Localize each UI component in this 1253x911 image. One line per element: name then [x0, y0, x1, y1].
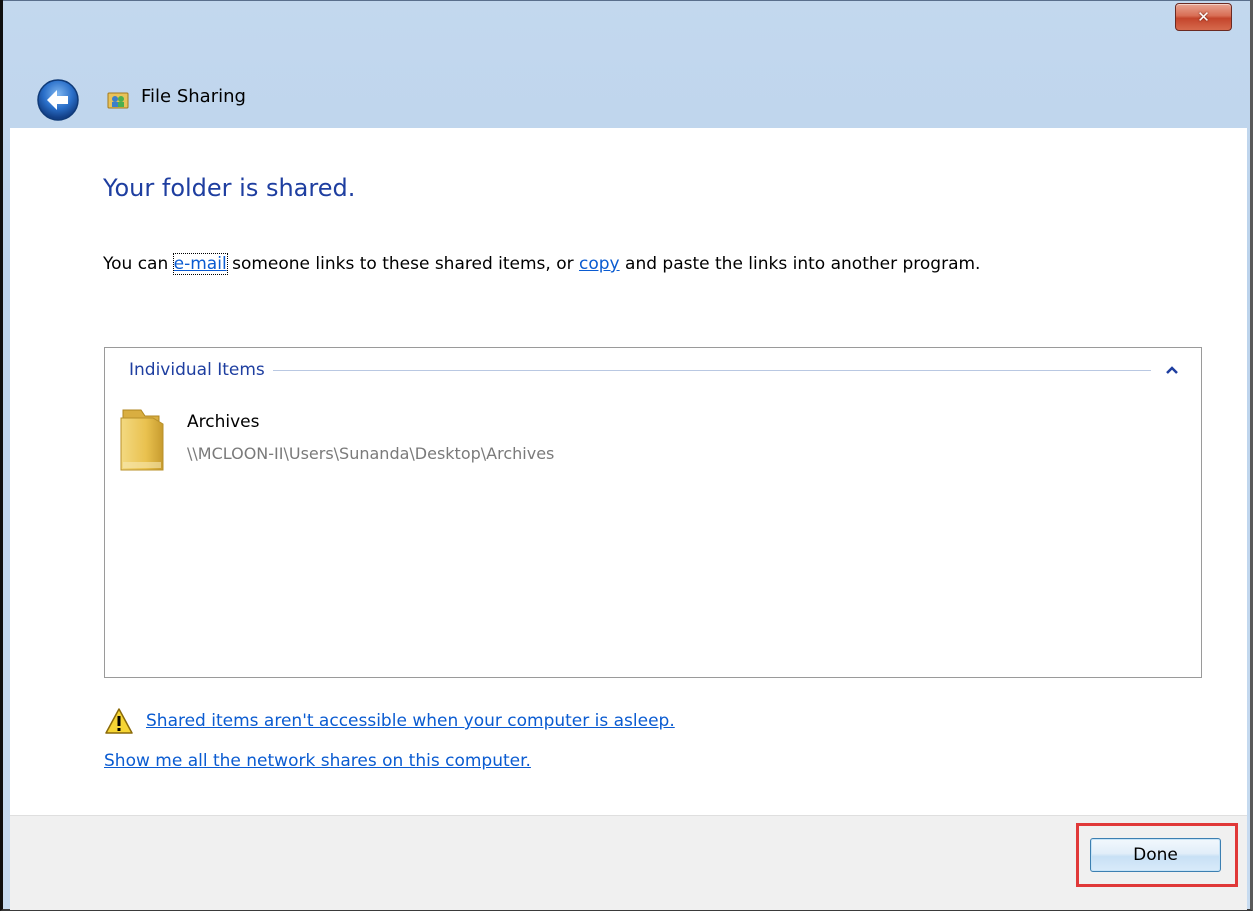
desc-suffix: and paste the links into another program…	[619, 254, 981, 274]
desc-middle: someone links to these shared items, or	[226, 254, 580, 274]
email-link[interactable]: e-mail	[172, 253, 228, 275]
item-path: \\MCLOON-II\Users\Sunanda\Desktop\Archiv…	[187, 444, 555, 463]
file-sharing-dialog: ✕ File Sharing Your folder is shared. Yo…	[0, 0, 1253, 911]
content-area: Your folder is shared. You can e-mail so…	[10, 128, 1247, 815]
network-shares-link[interactable]: Show me all the network shares on this c…	[104, 751, 531, 771]
window-frame-edge	[3, 0, 1250, 1]
folder-icon	[120, 409, 164, 471]
description-text: You can e-mail someone links to these sh…	[103, 253, 981, 275]
dialog-footer: Done	[10, 815, 1247, 910]
copy-link[interactable]: copy	[579, 254, 620, 274]
close-button[interactable]: ✕	[1175, 3, 1232, 31]
file-sharing-icon	[107, 92, 129, 109]
shared-items-list[interactable]: Individual Items Archives \\MCLOON-II\Us…	[104, 347, 1202, 678]
list-item[interactable]: Archives \\MCLOON-II\Users\Sunanda\Deskt…	[119, 408, 819, 474]
done-button[interactable]: Done	[1090, 838, 1221, 872]
warning-icon	[105, 708, 133, 734]
chevron-up-icon[interactable]	[1165, 365, 1179, 375]
group-header[interactable]: Individual Items	[129, 358, 1179, 382]
sleep-warning-link[interactable]: Shared items aren't accessible when your…	[146, 711, 675, 731]
close-icon: ✕	[1197, 8, 1210, 26]
page-heading: Your folder is shared.	[103, 174, 356, 202]
desc-prefix: You can	[103, 254, 174, 274]
group-label: Individual Items	[129, 360, 265, 380]
item-name: Archives	[187, 412, 260, 432]
sleep-warning-row: Shared items aren't accessible when your…	[104, 706, 675, 736]
window-title: File Sharing	[141, 86, 246, 107]
group-divider	[272, 369, 1151, 371]
back-arrow-icon[interactable]	[36, 78, 80, 122]
